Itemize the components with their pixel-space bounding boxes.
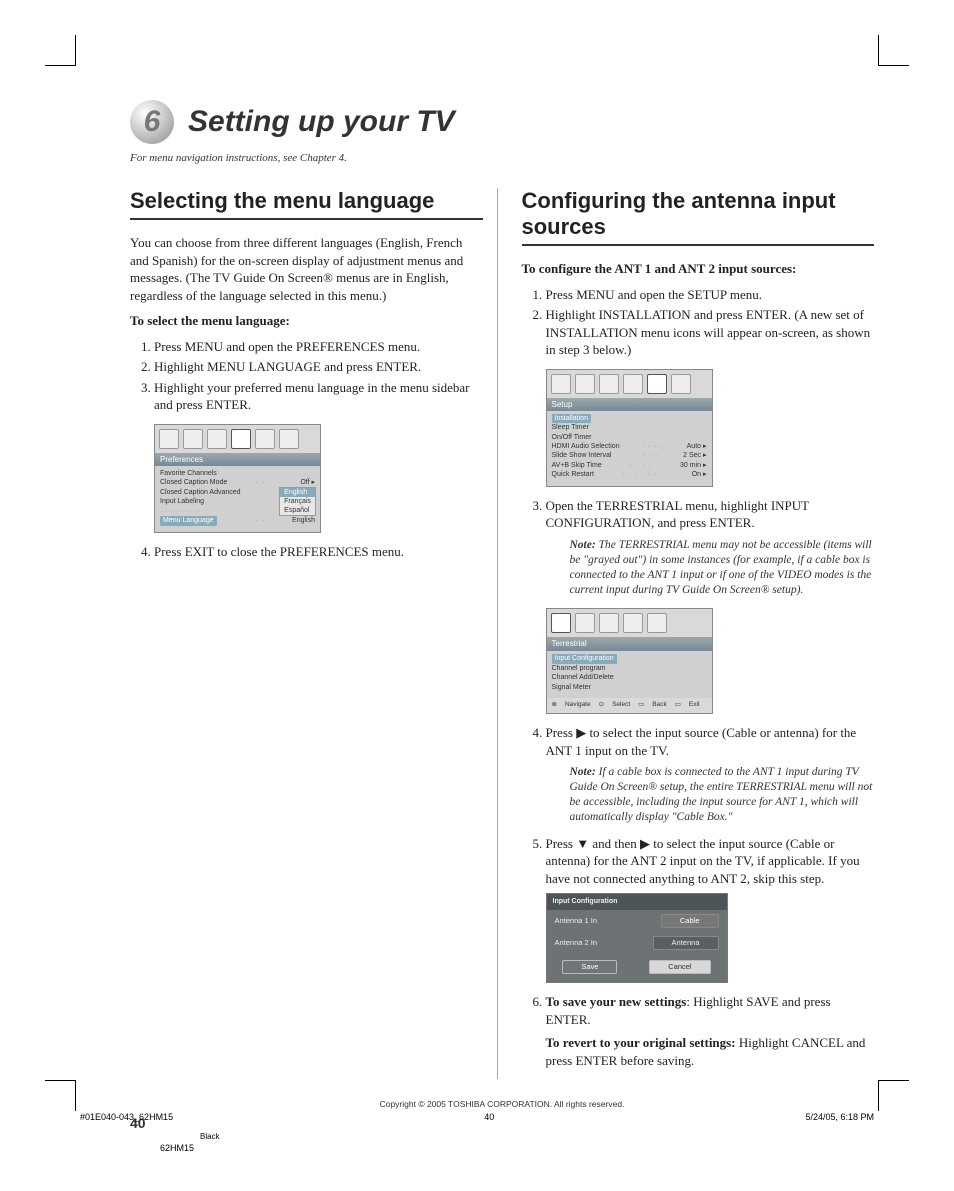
copyright: Copyright © 2005 TOSHIBA CORPORATION. Al… xyxy=(130,1099,874,1109)
step-item: Highlight your preferred menu language i… xyxy=(154,379,483,414)
tv-row-label: Favorite Channels xyxy=(160,469,217,478)
menu-icon xyxy=(623,613,643,633)
menu-icon xyxy=(159,429,179,449)
crop-mark xyxy=(45,1080,76,1111)
tv-row-label: Signal Meter xyxy=(552,683,707,692)
preferences-screenshot: Preferences Favorite Channels Closed Cap… xyxy=(154,424,321,533)
chapter-badge: 6 xyxy=(130,100,174,144)
chapter-title: Setting up your TV xyxy=(188,105,455,139)
tv-row-label: On/Off Timer xyxy=(552,433,592,442)
task-heading: To configure the ANT 1 and ANT 2 input s… xyxy=(522,260,875,278)
cancel-button: Cancel xyxy=(649,960,710,974)
tv-row-label: Channel program xyxy=(552,664,707,673)
menu-icon xyxy=(647,374,667,394)
menu-icon xyxy=(599,613,619,633)
setup-screenshot: Setup Installation Sleep Timer On/Off Ti… xyxy=(546,369,713,487)
tv-row-label: Quick Restart xyxy=(552,470,594,479)
step-item: Press ▼ and then ▶ to select the input s… xyxy=(546,835,875,983)
step-item: Open the TERRESTRIAL menu, highlight INP… xyxy=(546,497,875,714)
note-text: If a cable box is connected to the ANT 1… xyxy=(570,766,873,823)
section-heading-left: Selecting the menu language xyxy=(130,188,483,214)
tv-row-label: Input Labeling xyxy=(160,497,204,506)
step-item: Press MENU and open the SETUP menu. xyxy=(546,286,875,304)
tv-row-value: 30 min ▸ xyxy=(680,461,706,470)
note-block: Note: The TERRESTRIAL menu may not be ac… xyxy=(570,538,875,598)
ic-label: Antenna 1 In xyxy=(555,916,598,926)
tv-menu-title: Setup xyxy=(547,398,712,411)
footer-hint: Back xyxy=(652,701,666,710)
ic-value: Cable xyxy=(661,914,719,928)
tv-row-label: Slide Show Interval xyxy=(552,451,612,460)
print-file: #01E040-043_62HM15 xyxy=(80,1112,173,1122)
tv-row-label: Input Configuration xyxy=(552,654,617,663)
note-label: Note: xyxy=(570,766,596,778)
tv-row-label: Channel Add/Delete xyxy=(552,673,707,682)
step-bold: To save your new settings xyxy=(546,994,687,1009)
step-item: Press ▶ to select the input source (Cabl… xyxy=(546,724,875,825)
tv-row-value: 2 Sec ▸ xyxy=(683,451,706,460)
tv-row-label: Sleep Timer xyxy=(552,423,589,432)
step-text: Press ▼ and then ▶ to select the input s… xyxy=(546,836,860,886)
note-label: Note: xyxy=(570,539,596,551)
note-block: Note: If a cable box is connected to the… xyxy=(570,765,875,825)
menu-icon xyxy=(551,374,571,394)
chapter-subtitle: For menu navigation instructions, see Ch… xyxy=(130,152,874,164)
terrestrial-screenshot: Terrestrial Input Configuration Channel … xyxy=(546,608,713,714)
print-model: 62HM15 xyxy=(160,1143,874,1153)
note-text: The TERRESTRIAL menu may not be accessib… xyxy=(570,539,872,596)
tv-menu-title: Preferences xyxy=(155,453,320,466)
tv-row-value: On ▸ xyxy=(692,470,707,479)
input-config-screenshot: Input Configuration Antenna 1 In Cable A… xyxy=(546,893,728,983)
step-text: Open the TERRESTRIAL menu, highlight INP… xyxy=(546,498,809,531)
intro-text: You can choose from three different lang… xyxy=(130,234,483,304)
footer-hint: Navigate xyxy=(565,701,591,710)
language-popup: English Français Español xyxy=(279,487,316,516)
crop-mark xyxy=(878,1080,909,1111)
popup-item: Español xyxy=(280,506,315,515)
menu-icon xyxy=(279,429,299,449)
tv-row-label: Menu Language xyxy=(160,516,217,525)
menu-icon xyxy=(575,374,595,394)
print-page: 40 xyxy=(484,1112,494,1122)
print-color: Black xyxy=(200,1132,874,1141)
tv-row-label: Closed Caption Advanced xyxy=(160,488,241,497)
tv-row-label: Closed Caption Mode xyxy=(160,478,227,487)
save-button: Save xyxy=(562,960,617,974)
ic-title: Input Configuration xyxy=(547,894,727,909)
menu-icon xyxy=(599,374,619,394)
menu-icon xyxy=(207,429,227,449)
step-item: Highlight MENU LANGUAGE and press ENTER. xyxy=(154,358,483,376)
crop-mark xyxy=(45,35,76,66)
step-item: Highlight INSTALLATION and press ENTER. … xyxy=(546,306,875,359)
step-item: Press EXIT to close the PREFERENCES menu… xyxy=(154,543,483,561)
ic-label: Antenna 2 In xyxy=(555,938,598,948)
menu-icon xyxy=(255,429,275,449)
step-bold: To revert to your original settings: xyxy=(546,1035,736,1050)
step-item: To save your new settings: Highlight SAV… xyxy=(546,993,875,1069)
menu-icon xyxy=(671,374,691,394)
crop-mark xyxy=(878,35,909,66)
popup-item: Français xyxy=(280,497,315,506)
tv-row-label: Installation xyxy=(552,414,591,423)
tv-menu-title: Terrestrial xyxy=(547,637,712,652)
section-heading-right: Configuring the antenna input sources xyxy=(522,188,875,240)
print-date: 5/24/05, 6:18 PM xyxy=(805,1112,874,1122)
menu-icon xyxy=(231,429,251,449)
tv-row-value: Auto ▸ xyxy=(687,442,707,451)
footer-hint: Select xyxy=(612,701,630,710)
tv-row-label: HDMI Audio Selection xyxy=(552,442,620,451)
menu-icon xyxy=(551,613,571,633)
step-item: Press MENU and open the PREFERENCES menu… xyxy=(154,338,483,356)
menu-icon xyxy=(575,613,595,633)
menu-icon xyxy=(623,374,643,394)
footer-hint: Exit xyxy=(689,701,700,710)
step-text: Press ▶ to select the input source (Cabl… xyxy=(546,725,857,758)
task-heading: To select the menu language: xyxy=(130,312,483,330)
menu-icon xyxy=(183,429,203,449)
tv-row-value: English xyxy=(292,516,315,525)
menu-icon xyxy=(647,613,667,633)
tv-row-label: AV+B Skip Time xyxy=(552,461,602,470)
popup-item: English xyxy=(280,488,315,497)
ic-value: Antenna xyxy=(653,936,719,950)
